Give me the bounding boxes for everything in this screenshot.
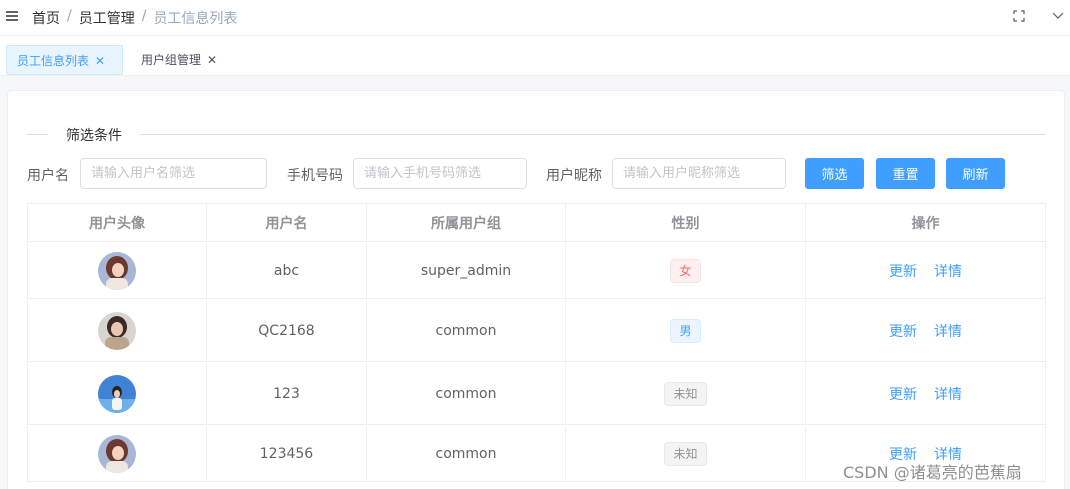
gender-cell: 男	[566, 300, 806, 361]
column-header-username: 用户名	[207, 204, 367, 241]
avatar	[98, 434, 136, 473]
gender-cell: 未知	[566, 426, 806, 481]
tab-user-group-management[interactable]: 用户组管理 ✕	[131, 45, 231, 75]
filter-title: 筛选条件	[48, 125, 140, 145]
avatar	[98, 374, 136, 413]
filter-button[interactable]: 筛选	[805, 158, 864, 189]
tab-label: 用户组管理	[141, 53, 202, 67]
tab-employee-list[interactable]: 员工信息列表 ✕	[6, 45, 123, 75]
breadcrumb-separator: /	[141, 8, 147, 24]
filter-divider	[27, 134, 1046, 135]
column-header-gender: 性别	[566, 204, 806, 241]
group-cell: common	[367, 300, 566, 361]
hamburger-icon[interactable]	[6, 11, 18, 23]
username-label: 用户名	[27, 168, 69, 184]
fullscreen-icon[interactable]	[1013, 10, 1025, 22]
table-row: abc super_admin 女 更新 详情	[27, 243, 1046, 299]
gender-cell: 未知	[566, 363, 806, 424]
update-link[interactable]: 更新	[889, 321, 917, 341]
breadcrumb-home[interactable]: 首页	[32, 8, 60, 28]
navbar: 首页 / 员工管理 / 员工信息列表	[0, 0, 1070, 36]
table-header: 用户头像 用户名 所属用户组 性别 操作	[27, 203, 1046, 242]
detail-link[interactable]: 详情	[934, 261, 962, 281]
close-icon[interactable]: ✕	[95, 54, 105, 68]
phone-filter-input[interactable]	[353, 158, 527, 189]
avatar-cell	[27, 363, 207, 424]
nickname-label: 用户昵称	[546, 168, 602, 184]
gender-tag: 男	[670, 318, 701, 343]
column-header-avatar: 用户头像	[27, 204, 207, 241]
avatar-cell	[27, 426, 207, 481]
avatar-cell	[27, 243, 207, 298]
username-cell: 123456	[207, 426, 367, 481]
update-link[interactable]: 更新	[889, 384, 917, 404]
watermark: CSDN @诸葛亮的芭蕉扇	[843, 463, 1022, 482]
phone-label: 手机号码	[287, 168, 343, 184]
tags-view: 员工信息列表 ✕ 用户组管理 ✕	[0, 42, 1070, 76]
content-card: 筛选条件 用户名 手机号码 用户昵称 筛选 重置 刷新 用户头像 用户名 所属用…	[7, 90, 1065, 489]
group-cell: super_admin	[367, 243, 566, 298]
column-header-actions: 操作	[806, 204, 1046, 241]
gender-tag: 未知	[664, 441, 707, 466]
refresh-button[interactable]: 刷新	[946, 158, 1005, 189]
group-cell: common	[367, 363, 566, 424]
chevron-down-icon[interactable]	[1052, 10, 1064, 20]
breadcrumb-separator: /	[67, 8, 72, 24]
username-filter-input[interactable]	[80, 158, 267, 189]
avatar	[98, 311, 136, 350]
actions-cell: 更新 详情	[806, 300, 1046, 361]
column-header-group: 所属用户组	[367, 204, 566, 241]
breadcrumb-employee-list: 员工信息列表	[153, 11, 238, 27]
gender-tag: 女	[670, 258, 701, 283]
detail-link[interactable]: 详情	[934, 384, 962, 404]
username-cell: QC2168	[207, 300, 367, 361]
group-cell: common	[367, 426, 566, 481]
tab-label: 员工信息列表	[17, 54, 90, 68]
detail-link[interactable]: 详情	[934, 321, 962, 341]
nickname-filter-input[interactable]	[612, 158, 786, 189]
gender-cell: 女	[566, 243, 806, 298]
avatar-cell	[27, 300, 207, 361]
table-row: 123 common 未知 更新 详情	[27, 363, 1046, 425]
avatar	[98, 251, 136, 290]
actions-cell: 更新 详情	[806, 243, 1046, 298]
username-cell: 123	[207, 363, 367, 424]
breadcrumb-employee-management[interactable]: 员工管理	[79, 8, 135, 28]
username-cell: abc	[207, 243, 367, 298]
close-icon[interactable]: ✕	[207, 53, 217, 67]
actions-cell: 更新 详情	[806, 363, 1046, 424]
breadcrumb: 首页 / 员工管理 / 员工信息列表	[32, 8, 237, 28]
app-main: 筛选条件 用户名 手机号码 用户昵称 筛选 重置 刷新 用户头像 用户名 所属用…	[0, 77, 1070, 489]
reset-button[interactable]: 重置	[876, 158, 935, 189]
update-link[interactable]: 更新	[889, 261, 917, 281]
table-row: QC2168 common 男 更新 详情	[27, 300, 1046, 362]
gender-tag: 未知	[664, 381, 707, 406]
